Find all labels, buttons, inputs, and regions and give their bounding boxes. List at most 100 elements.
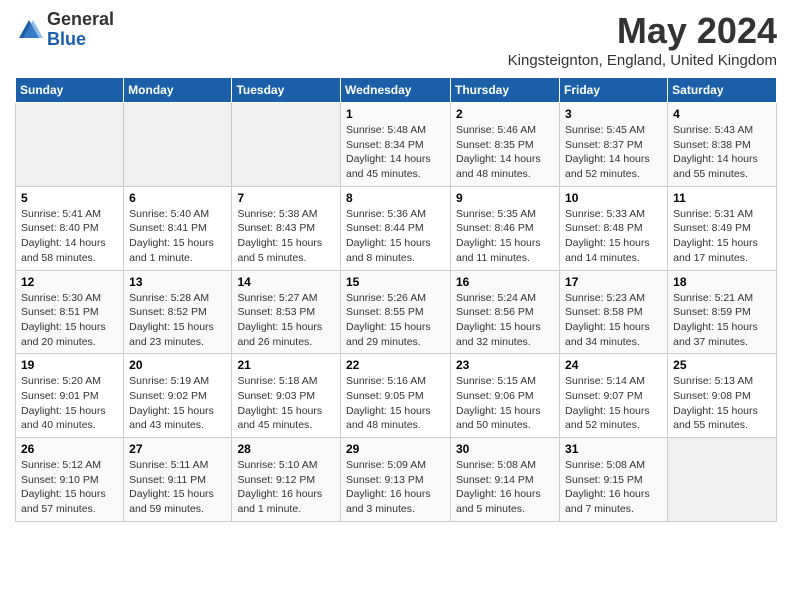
day-info: Sunrise: 5:14 AM Sunset: 9:07 PM Dayligh… xyxy=(565,374,662,433)
day-info: Sunrise: 5:41 AM Sunset: 8:40 PM Dayligh… xyxy=(21,207,118,266)
calendar-cell: 9 Sunrise: 5:35 AM Sunset: 8:46 PM Daylig… xyxy=(451,186,560,270)
calendar-cell: 6 Sunrise: 5:40 AM Sunset: 8:41 PM Daylig… xyxy=(124,186,232,270)
calendar-week-row: 1Sunrise: 5:48 AM Sunset: 8:34 PM Daylig… xyxy=(16,103,777,187)
calendar-cell: 31 Sunrise: 5:08 AM Sunset: 9:15 PM Dayli… xyxy=(560,438,668,522)
day-info: Sunrise: 5:20 AM Sunset: 9:01 PM Dayligh… xyxy=(21,374,118,433)
day-number: 7 xyxy=(237,191,335,205)
day-number: 28 xyxy=(237,442,335,456)
day-number: 15 xyxy=(346,275,445,289)
calendar-cell: 2 Sunrise: 5:46 AM Sunset: 8:35 PM Daylig… xyxy=(451,103,560,187)
day-info: Sunrise: 5:30 AM Sunset: 8:51 PM Dayligh… xyxy=(21,291,118,350)
day-info: Sunrise: 5:40 AM Sunset: 8:41 PM Dayligh… xyxy=(129,207,226,266)
title-block: May 2024 Kingsteignton, England, United … xyxy=(508,10,777,69)
day-info: Sunrise: 5:43 AM Sunset: 8:38 PM Dayligh… xyxy=(673,123,771,182)
day-info: Sunrise: 5:33 AM Sunset: 8:48 PM Dayligh… xyxy=(565,207,662,266)
day-number: 20 xyxy=(129,358,226,372)
weekday-header: Sunday xyxy=(16,78,124,103)
logo-text: General Blue xyxy=(47,10,114,50)
day-number: 9 xyxy=(456,191,554,205)
day-number: 14 xyxy=(237,275,335,289)
calendar-cell: 27Sunrise: 5:11 AM Sunset: 9:11 PM Dayli… xyxy=(124,438,232,522)
logo: General Blue xyxy=(15,10,114,50)
calendar-cell: 18 Sunrise: 5:21 AM Sunset: 8:59 PM Dayli… xyxy=(668,270,777,354)
calendar-cell: 21 Sunrise: 5:18 AM Sunset: 9:03 PM Dayli… xyxy=(232,354,341,438)
day-number: 31 xyxy=(565,442,662,456)
day-info: Sunrise: 5:19 AM Sunset: 9:02 PM Dayligh… xyxy=(129,374,226,433)
weekday-header: Monday xyxy=(124,78,232,103)
calendar-cell: 12 Sunrise: 5:30 AM Sunset: 8:51 PM Dayli… xyxy=(16,270,124,354)
day-info: Sunrise: 5:38 AM Sunset: 8:43 PM Dayligh… xyxy=(237,207,335,266)
day-number: 8 xyxy=(346,191,445,205)
calendar-cell xyxy=(16,103,124,187)
calendar-cell: 5 Sunrise: 5:41 AM Sunset: 8:40 PM Daylig… xyxy=(16,186,124,270)
calendar-cell: 17Sunrise: 5:23 AM Sunset: 8:58 PM Dayli… xyxy=(560,270,668,354)
calendar-cell: 24Sunrise: 5:14 AM Sunset: 9:07 PM Dayli… xyxy=(560,354,668,438)
weekday-header-row: SundayMondayTuesdayWednesdayThursdayFrid… xyxy=(16,78,777,103)
day-number: 18 xyxy=(673,275,771,289)
day-info: Sunrise: 5:35 AM Sunset: 8:46 PM Dayligh… xyxy=(456,207,554,266)
day-info: Sunrise: 5:08 AM Sunset: 9:14 PM Dayligh… xyxy=(456,458,554,517)
calendar-table: SundayMondayTuesdayWednesdayThursdayFrid… xyxy=(15,77,777,522)
calendar-cell: 4 Sunrise: 5:43 AM Sunset: 8:38 PM Daylig… xyxy=(668,103,777,187)
day-number: 22 xyxy=(346,358,445,372)
day-number: 11 xyxy=(673,191,771,205)
calendar-cell: 13 Sunrise: 5:28 AM Sunset: 8:52 PM Dayli… xyxy=(124,270,232,354)
logo-blue: Blue xyxy=(47,29,86,49)
day-number: 12 xyxy=(21,275,118,289)
calendar-week-row: 5 Sunrise: 5:41 AM Sunset: 8:40 PM Daylig… xyxy=(16,186,777,270)
day-number: 29 xyxy=(346,442,445,456)
calendar-cell: 22Sunrise: 5:16 AM Sunset: 9:05 PM Dayli… xyxy=(341,354,451,438)
day-number: 17 xyxy=(565,275,662,289)
calendar-cell: 14 Sunrise: 5:27 AM Sunset: 8:53 PM Dayli… xyxy=(232,270,341,354)
calendar-cell: 20 Sunrise: 5:19 AM Sunset: 9:02 PM Dayli… xyxy=(124,354,232,438)
day-number: 1 xyxy=(346,107,445,121)
day-info: Sunrise: 5:27 AM Sunset: 8:53 PM Dayligh… xyxy=(237,291,335,350)
day-info: Sunrise: 5:10 AM Sunset: 9:12 PM Dayligh… xyxy=(237,458,335,517)
weekday-header: Tuesday xyxy=(232,78,341,103)
calendar-cell: 23 Sunrise: 5:15 AM Sunset: 9:06 PM Dayli… xyxy=(451,354,560,438)
page-header: General Blue May 2024 Kingsteignton, Eng… xyxy=(15,10,777,69)
day-number: 3 xyxy=(565,107,662,121)
calendar-cell: 25Sunrise: 5:13 AM Sunset: 9:08 PM Dayli… xyxy=(668,354,777,438)
calendar-cell: 7 Sunrise: 5:38 AM Sunset: 8:43 PM Daylig… xyxy=(232,186,341,270)
calendar-cell: 29 Sunrise: 5:09 AM Sunset: 9:13 PM Dayli… xyxy=(341,438,451,522)
calendar-cell: 19 Sunrise: 5:20 AM Sunset: 9:01 PM Dayli… xyxy=(16,354,124,438)
calendar-cell xyxy=(232,103,341,187)
day-info: Sunrise: 5:21 AM Sunset: 8:59 PM Dayligh… xyxy=(673,291,771,350)
day-info: Sunrise: 5:09 AM Sunset: 9:13 PM Dayligh… xyxy=(346,458,445,517)
weekday-header: Thursday xyxy=(451,78,560,103)
day-info: Sunrise: 5:15 AM Sunset: 9:06 PM Dayligh… xyxy=(456,374,554,433)
day-info: Sunrise: 5:45 AM Sunset: 8:37 PM Dayligh… xyxy=(565,123,662,182)
calendar-cell xyxy=(124,103,232,187)
calendar-cell: 30 Sunrise: 5:08 AM Sunset: 9:14 PM Dayli… xyxy=(451,438,560,522)
day-number: 16 xyxy=(456,275,554,289)
day-info: Sunrise: 5:28 AM Sunset: 8:52 PM Dayligh… xyxy=(129,291,226,350)
day-number: 13 xyxy=(129,275,226,289)
day-number: 26 xyxy=(21,442,118,456)
day-info: Sunrise: 5:46 AM Sunset: 8:35 PM Dayligh… xyxy=(456,123,554,182)
calendar-cell: 11 Sunrise: 5:31 AM Sunset: 8:49 PM Dayli… xyxy=(668,186,777,270)
day-info: Sunrise: 5:08 AM Sunset: 9:15 PM Dayligh… xyxy=(565,458,662,517)
day-number: 19 xyxy=(21,358,118,372)
day-number: 30 xyxy=(456,442,554,456)
day-info: Sunrise: 5:31 AM Sunset: 8:49 PM Dayligh… xyxy=(673,207,771,266)
day-info: Sunrise: 5:26 AM Sunset: 8:55 PM Dayligh… xyxy=(346,291,445,350)
weekday-header: Friday xyxy=(560,78,668,103)
calendar-cell: 16 Sunrise: 5:24 AM Sunset: 8:56 PM Dayli… xyxy=(451,270,560,354)
day-number: 23 xyxy=(456,358,554,372)
day-number: 21 xyxy=(237,358,335,372)
day-number: 2 xyxy=(456,107,554,121)
day-info: Sunrise: 5:36 AM Sunset: 8:44 PM Dayligh… xyxy=(346,207,445,266)
calendar-cell: 26Sunrise: 5:12 AM Sunset: 9:10 PM Dayli… xyxy=(16,438,124,522)
day-info: Sunrise: 5:24 AM Sunset: 8:56 PM Dayligh… xyxy=(456,291,554,350)
calendar-cell: 15 Sunrise: 5:26 AM Sunset: 8:55 PM Dayli… xyxy=(341,270,451,354)
day-info: Sunrise: 5:18 AM Sunset: 9:03 PM Dayligh… xyxy=(237,374,335,433)
day-number: 6 xyxy=(129,191,226,205)
day-number: 5 xyxy=(21,191,118,205)
weekday-header: Saturday xyxy=(668,78,777,103)
day-number: 4 xyxy=(673,107,771,121)
calendar-cell xyxy=(668,438,777,522)
logo-icon xyxy=(15,16,43,44)
calendar-week-row: 12 Sunrise: 5:30 AM Sunset: 8:51 PM Dayli… xyxy=(16,270,777,354)
calendar-cell: 3 Sunrise: 5:45 AM Sunset: 8:37 PM Daylig… xyxy=(560,103,668,187)
